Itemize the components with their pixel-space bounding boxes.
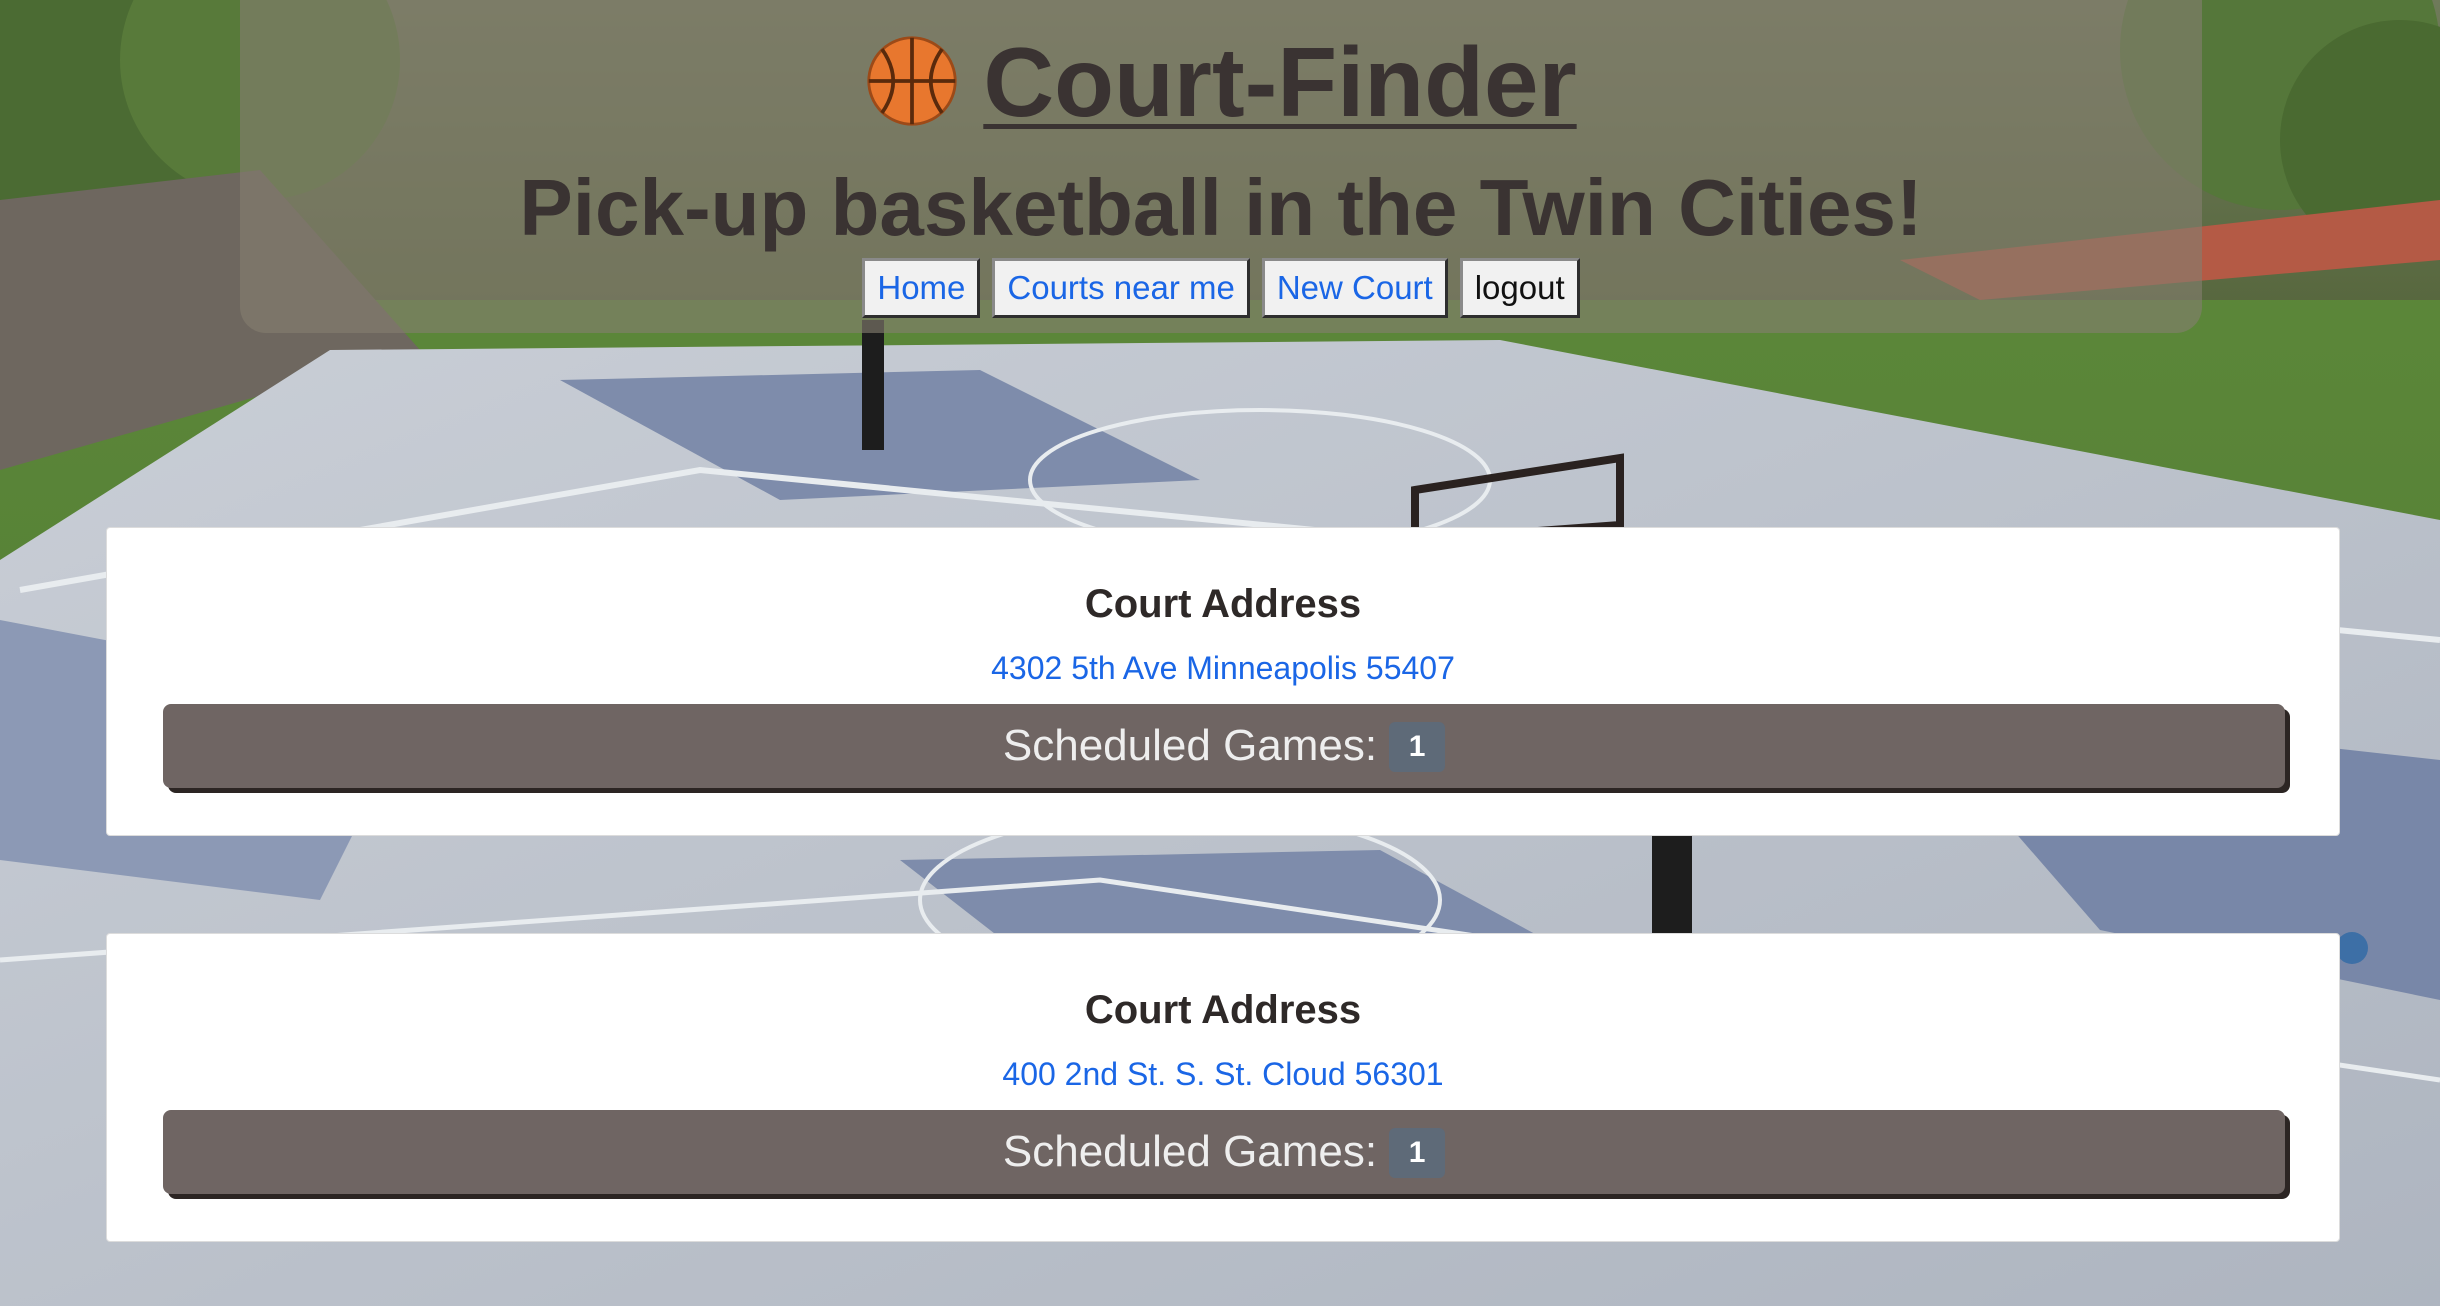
games-count-badge: 1 (1389, 1128, 1446, 1178)
page: Court-Finder Pick-up basketball in the T… (0, 0, 2440, 1306)
court-address-link[interactable]: 4302 5th Ave Minneapolis 55407 (107, 650, 2339, 687)
court-address-heading: Court Address (1084, 582, 1362, 626)
nav-courts-near-me-button[interactable]: Courts near me (992, 258, 1250, 318)
nav-new-court-button[interactable]: New Court (1261, 258, 1448, 318)
nav-bar: Home Courts near me New Court logout (240, 258, 2202, 318)
scheduled-games-label: Scheduled Games: (1002, 721, 1378, 770)
page-tagline: Pick-up basketball in the Twin Cities! (519, 163, 1923, 252)
brand-link[interactable]: Court-Finder (865, 27, 1577, 137)
brand-title-text[interactable]: Court-Finder (983, 27, 1576, 137)
scheduled-games-button[interactable]: Scheduled Games: 1 (163, 1110, 2285, 1194)
scheduled-games-button[interactable]: Scheduled Games: 1 (163, 704, 2285, 788)
basketball-icon (867, 36, 957, 126)
brand-title: Court-Finder (240, 22, 2202, 142)
court-address-heading: Court Address (1084, 988, 1362, 1032)
court-card: Court Address 4302 5th Ave Minneapolis 5… (106, 527, 2340, 836)
games-count-badge: 1 (1389, 722, 1446, 772)
scheduled-games-label: Scheduled Games: (1002, 1127, 1378, 1176)
nav-home-button[interactable]: Home (862, 258, 981, 318)
nav-logout-button[interactable]: logout (1459, 258, 1580, 318)
court-address-link[interactable]: 400 2nd St. S. St. Cloud 56301 (107, 1056, 2339, 1093)
court-card: Court Address 400 2nd St. S. St. Cloud 5… (106, 933, 2340, 1242)
site-header: Court-Finder Pick-up basketball in the T… (240, 0, 2202, 333)
